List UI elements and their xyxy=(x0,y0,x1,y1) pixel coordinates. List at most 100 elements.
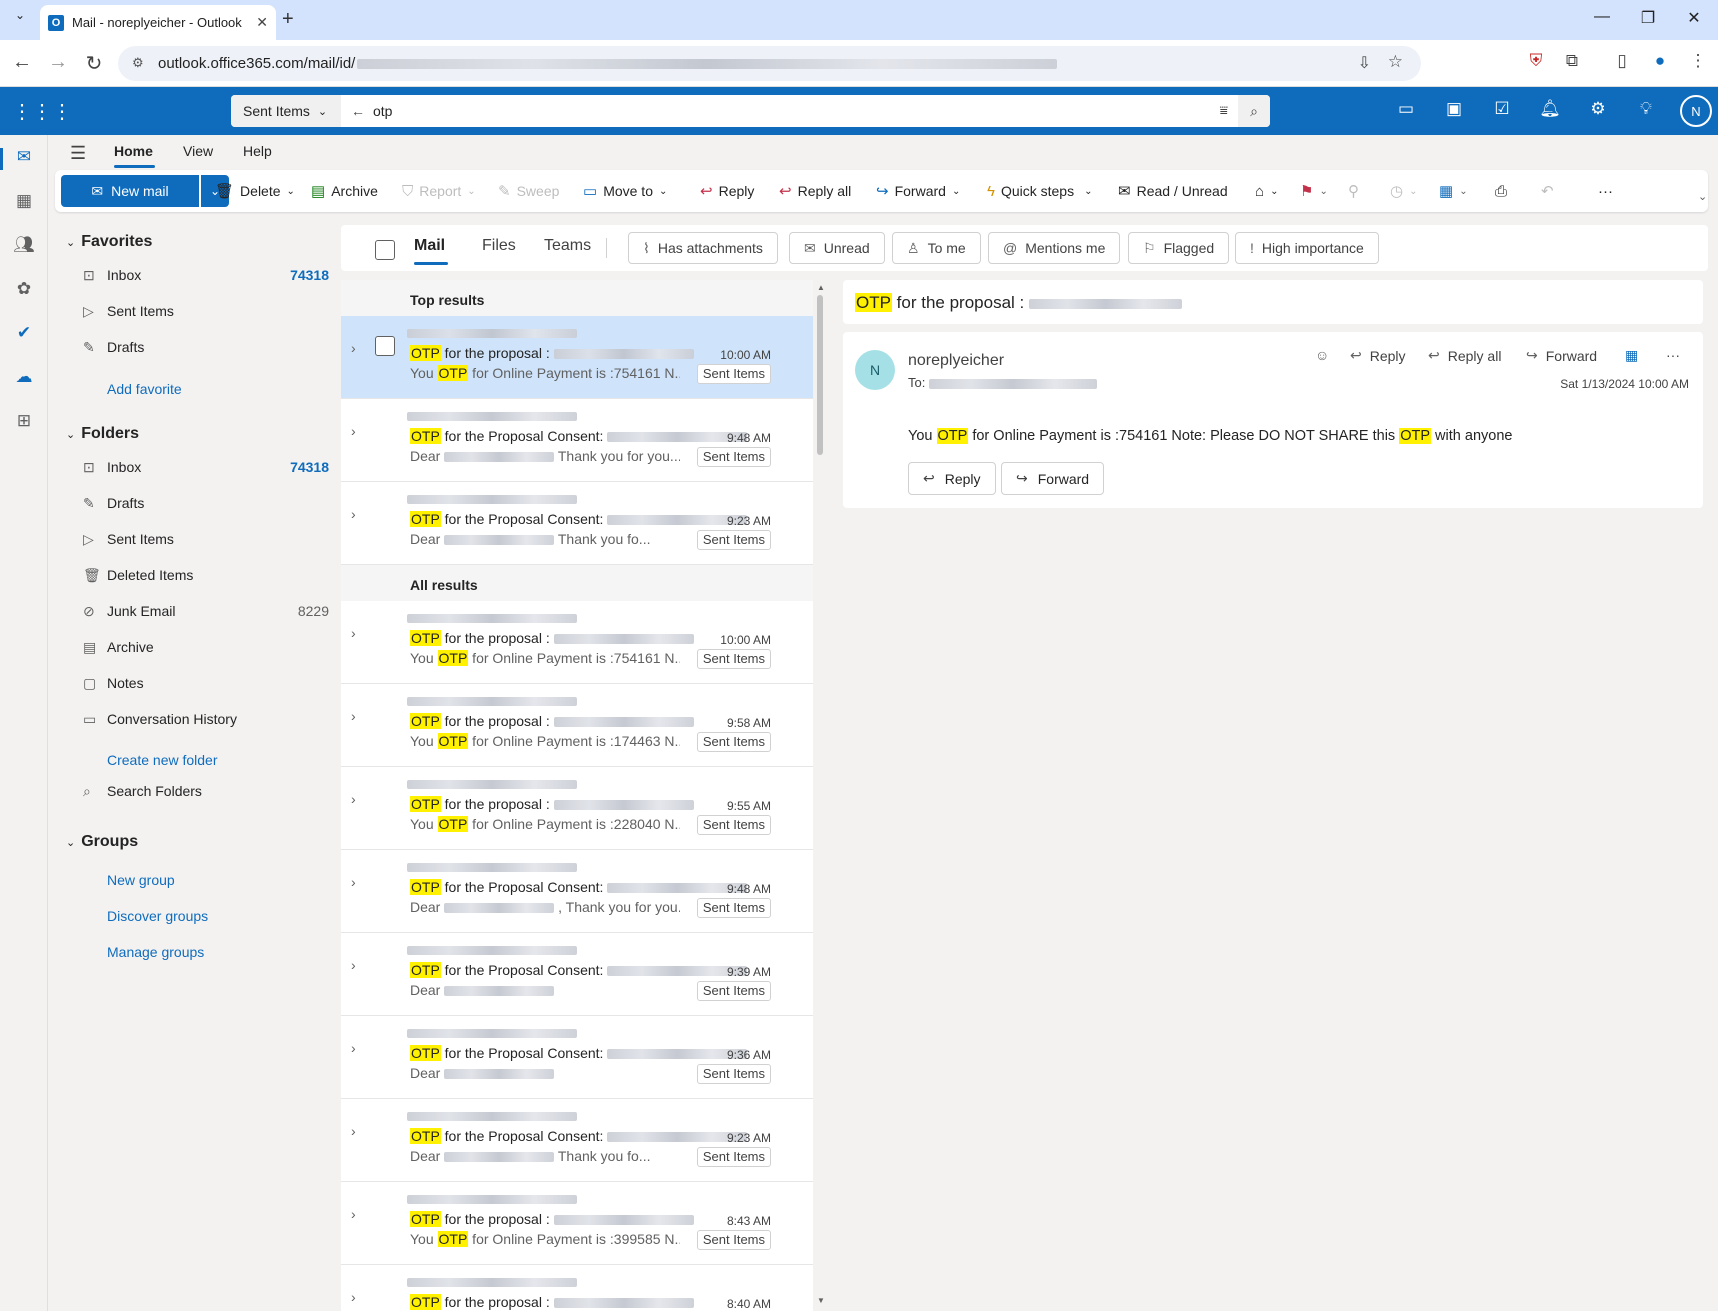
flag-button[interactable]: ⚑ ⌄ xyxy=(1300,170,1328,212)
tips-lightbulb-icon[interactable]: 💡︎ xyxy=(1634,99,1658,119)
reload-icon[interactable]: ↻ xyxy=(82,51,106,76)
todo-check-icon[interactable]: ✔ xyxy=(12,323,36,347)
read-unread-button[interactable]: ✉ Read / Unread xyxy=(1118,170,1228,212)
list-item[interactable]: › OTP for the Proposal Consent: 9:23 AM Dea… xyxy=(341,1099,813,1182)
ribbon-collapse-icon[interactable]: ⌄ xyxy=(1698,190,1707,203)
delete-button[interactable]: 🗑︎ Delete ⌄ xyxy=(215,170,295,212)
list-item[interactable]: › OTP for the proposal : 8:43 AM You OTP fo… xyxy=(341,1182,813,1265)
more-actions-icon[interactable]: ··· xyxy=(1666,347,1680,363)
favorites-header[interactable]: ⌄ Favorites xyxy=(66,233,152,251)
extension-badge-icon[interactable]: ⛨ xyxy=(1524,51,1548,71)
folder-conversation-history[interactable]: ▭ Conversation History xyxy=(83,704,363,734)
folder-sent-items[interactable]: ▷ Sent Items xyxy=(83,524,363,554)
move-to-button[interactable]: ▭ Move to ⌄ xyxy=(583,170,667,212)
list-item[interactable]: › OTP for the proposal : 10:00 AM You OTP f… xyxy=(341,316,813,399)
install-app-icon[interactable]: ⇩ xyxy=(1358,53,1371,73)
tab-home[interactable]: Home xyxy=(114,143,153,159)
list-item[interactable]: › OTP for the Proposal Consent: 9:23 AM Dea… xyxy=(341,482,813,565)
pin-button[interactable]: ⚲ xyxy=(1348,170,1365,212)
more-options-button[interactable]: ··· xyxy=(1598,170,1619,212)
settings-gear-icon[interactable]: ⚙ xyxy=(1586,99,1610,119)
teams-chat-icon[interactable]: ▭ xyxy=(1394,99,1418,119)
restore-icon[interactable]: ❐ xyxy=(1636,8,1660,28)
list-item[interactable]: › OTP for the Proposal Consent: 9:36 AM Dea… xyxy=(341,1016,813,1099)
list-item[interactable]: › OTP for the proposal : 9:58 AM You OTP fo… xyxy=(341,684,813,767)
snooze-button[interactable]: ◷ ⌄ xyxy=(1390,170,1417,212)
folders-header[interactable]: ⌄ Folders xyxy=(66,425,139,443)
tab-view[interactable]: View xyxy=(183,143,213,159)
folder-archive[interactable]: ▤ Archive xyxy=(83,632,363,662)
row-checkbox[interactable] xyxy=(375,336,395,356)
folder-deleted-items[interactable]: 🗑︎ Deleted Items xyxy=(83,560,363,590)
site-info-icon[interactable]: ⚙ xyxy=(132,55,144,71)
search-box[interactable]: Sent Items ⌄ ← ⩸ ⌕ xyxy=(231,95,1270,127)
browser-tab[interactable]: O Mail - noreplyeicher - Outlook ✕ xyxy=(40,5,276,40)
minimize-icon[interactable]: — xyxy=(1590,8,1614,26)
list-item[interactable]: › OTP for the Proposal Consent: 9:39 AM Dea… xyxy=(341,933,813,1016)
rules-button[interactable]: ▦ ⌄ xyxy=(1439,170,1468,212)
url-field[interactable]: ⚙ outlook.office365.com/mail/id/ ⇩ ☆ xyxy=(118,46,1421,81)
folder-junk-email[interactable]: ⊘ Junk Email 8229 xyxy=(83,596,363,626)
people-icon[interactable]: 👥︎ xyxy=(12,235,36,259)
hamburger-icon[interactable]: ☰ xyxy=(70,143,86,164)
chevron-right-icon[interactable]: › xyxy=(351,1040,356,1056)
list-item[interactable]: › OTP for the Proposal Consent: 9:48 AM Dea… xyxy=(341,399,813,482)
chevron-right-icon[interactable]: › xyxy=(351,957,356,973)
close-tab-icon[interactable]: ✕ xyxy=(256,14,268,31)
chevron-right-icon[interactable]: › xyxy=(351,340,356,356)
side-panel-icon[interactable]: ▯ xyxy=(1610,51,1634,71)
has-attachments-filter[interactable]: ⌇ Has attachments xyxy=(628,232,778,264)
more-apps-icon[interactable]: ⊞ xyxy=(12,411,36,435)
tab-help[interactable]: Help xyxy=(243,143,272,159)
sender-avatar[interactable]: N xyxy=(855,350,895,390)
list-item[interactable]: › OTP for the proposal : 9:55 AM You OTP fo… xyxy=(341,767,813,850)
reading-reply-button[interactable]: ↩ Reply xyxy=(1350,347,1406,364)
groups-icon[interactable]: ✿ xyxy=(12,279,36,303)
tab-search-icon[interactable]: ⌄ xyxy=(8,8,32,32)
calendar-icon[interactable]: ▦ xyxy=(12,191,36,215)
chevron-right-icon[interactable]: › xyxy=(351,708,356,724)
favorite-inbox[interactable]: ⊡ Inbox 74318 xyxy=(83,260,363,290)
back-arrow-icon[interactable]: ← xyxy=(351,103,365,119)
tab-teams[interactable]: Teams xyxy=(544,237,591,255)
emoji-react-icon[interactable]: ☺ xyxy=(1315,347,1329,363)
sweep-button[interactable]: ✎ Sweep xyxy=(498,170,559,212)
account-avatar[interactable]: N xyxy=(1680,95,1712,127)
chevron-right-icon[interactable]: › xyxy=(351,791,356,807)
close-window-icon[interactable]: ✕ xyxy=(1682,8,1706,28)
body-reply-button[interactable]: ↩ Reply xyxy=(908,462,996,495)
folder-search-folders[interactable]: ⌕ Search Folders xyxy=(83,776,363,806)
search-input[interactable] xyxy=(373,103,1173,119)
extensions-icon[interactable]: ⧉ xyxy=(1560,51,1584,71)
my-day-icon[interactable]: ☑ xyxy=(1490,99,1514,119)
categorize-button[interactable]: ⌂ ⌄ xyxy=(1255,170,1278,212)
filter-icon[interactable]: ⩸ xyxy=(1219,102,1228,119)
notifications-icon[interactable]: 🔔︎ xyxy=(1538,99,1562,119)
profile-icon[interactable]: ● xyxy=(1648,51,1672,71)
body-forward-button[interactable]: ↪ Forward xyxy=(1001,462,1105,495)
new-group-link[interactable]: New group xyxy=(107,872,175,888)
create-new-folder-link[interactable]: Create new folder xyxy=(107,752,218,768)
immersive-reader-icon[interactable]: ▦ xyxy=(1625,347,1638,364)
sender-name[interactable]: noreplyeicher xyxy=(908,352,1004,370)
tab-mail[interactable]: Mail xyxy=(414,237,445,255)
app-launcher-icon[interactable]: ⋮⋮⋮ xyxy=(12,99,72,123)
discover-groups-link[interactable]: Discover groups xyxy=(107,908,208,924)
forward-button[interactable]: ↪ Forward ⌄ xyxy=(876,170,960,212)
new-mail-button[interactable]: ✉ New mail xyxy=(61,175,199,207)
reply-all-button[interactable]: ↩ Reply all xyxy=(779,170,851,212)
high-importance-filter[interactable]: ! High importance xyxy=(1235,232,1379,264)
chevron-right-icon[interactable]: › xyxy=(351,423,356,439)
select-all-checkbox[interactable] xyxy=(375,240,395,260)
tab-files[interactable]: Files xyxy=(482,237,516,255)
search-scope-dropdown[interactable]: Sent Items ⌄ xyxy=(231,95,341,127)
back-icon[interactable]: ← xyxy=(10,51,34,74)
chevron-right-icon[interactable]: › xyxy=(351,625,356,641)
reading-reply-all-button[interactable]: ↩ Reply all xyxy=(1428,347,1501,364)
folder-notes[interactable]: ▢ Notes xyxy=(83,668,363,698)
scroll-down-icon[interactable]: ▼ xyxy=(817,1296,825,1305)
browser-menu-icon[interactable]: ⋮ xyxy=(1686,51,1710,71)
unread-filter[interactable]: ✉ Unread xyxy=(789,232,885,264)
scroll-up-icon[interactable]: ▲ xyxy=(817,283,825,292)
folder-drafts[interactable]: ✎ Drafts xyxy=(83,488,363,518)
